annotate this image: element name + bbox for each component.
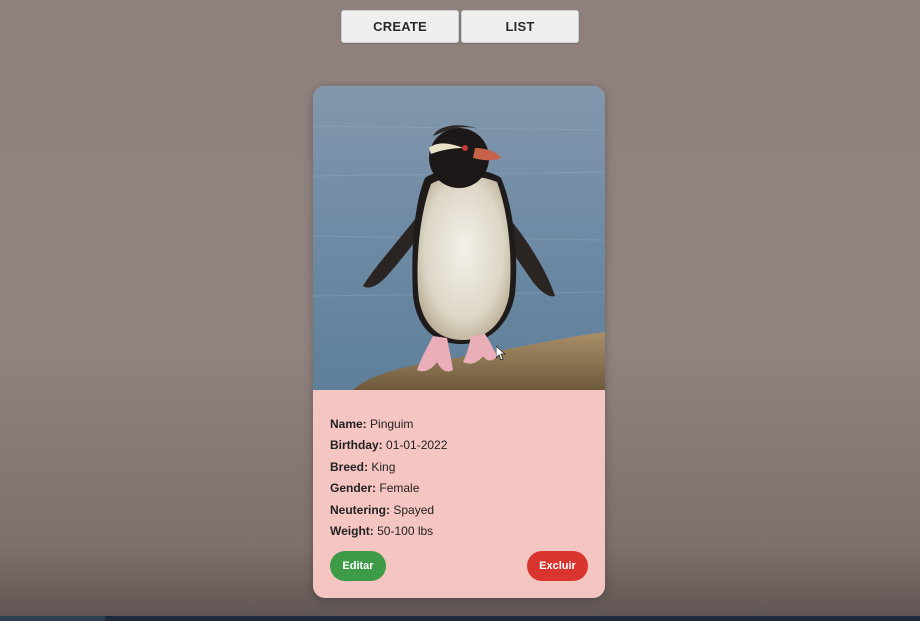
field-value: 50-100 lbs bbox=[377, 523, 434, 538]
pet-details: Name: Pinguim Birthday: 01-01-2022 Breed… bbox=[330, 415, 447, 543]
field-label: Name: bbox=[330, 417, 367, 431]
taskbar bbox=[0, 616, 920, 621]
field-value: King bbox=[371, 459, 396, 474]
edit-button[interactable]: Editar bbox=[330, 551, 386, 581]
delete-button[interactable]: Excluir bbox=[527, 551, 588, 581]
field-label: Gender: bbox=[330, 481, 377, 496]
field-value: Female bbox=[379, 481, 420, 496]
taskbar-start-area bbox=[0, 616, 105, 621]
breed-row: Breed: King bbox=[330, 458, 447, 479]
top-navigation: CREATE LIST bbox=[341, 10, 579, 43]
pet-card: Name: Pinguim Birthday: 01-01-2022 Breed… bbox=[313, 86, 605, 598]
field-label: Breed: bbox=[330, 459, 369, 474]
mouse-pointer-icon bbox=[496, 346, 506, 361]
birthday-row: Birthday: 01-01-2022 bbox=[330, 436, 447, 457]
pet-photo bbox=[313, 86, 605, 390]
field-value: Spayed bbox=[393, 502, 435, 517]
field-value: 01-01-2022 bbox=[386, 438, 448, 453]
field-label: Weight: bbox=[330, 523, 374, 538]
weight-row: Weight: 50-100 lbs bbox=[330, 522, 447, 543]
create-button[interactable]: CREATE bbox=[341, 10, 459, 43]
gender-row: Gender: Female bbox=[330, 479, 447, 500]
field-label: Birthday: bbox=[330, 438, 383, 453]
field-value: Pinguim bbox=[370, 417, 414, 431]
neutering-row: Neutering: Spayed bbox=[330, 501, 447, 522]
field-label: Neutering: bbox=[330, 502, 390, 517]
list-button[interactable]: LIST bbox=[461, 10, 579, 43]
name-row: Name: Pinguim bbox=[330, 415, 447, 436]
